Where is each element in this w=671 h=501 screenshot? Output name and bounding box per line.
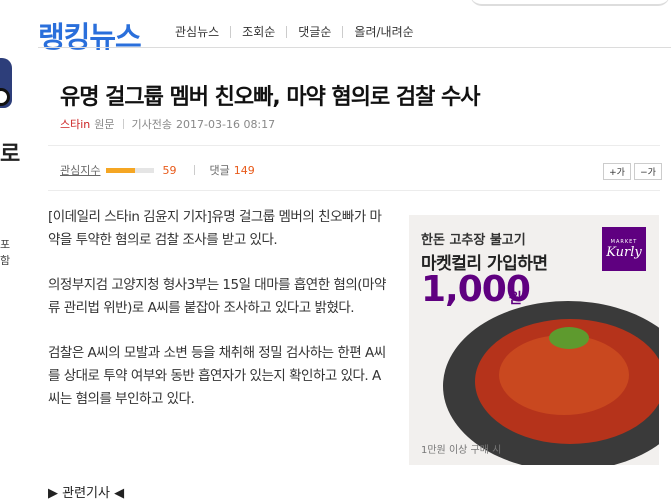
nav-item-interest[interactable]: 관심뉴스 — [164, 23, 230, 40]
article-paragraph: 검찰은 A씨의 모발과 소변 등을 채취해 정밀 검사하는 한편 A씨를 상대로… — [48, 345, 386, 407]
font-size-controls: +가 −가 — [600, 163, 662, 180]
stats-divider — [48, 190, 660, 191]
comment-count[interactable]: 149 — [234, 164, 255, 177]
market-kurly-ad[interactable]: 한돈 고추장 불고기 마켓컬리 가입하면 1,000 원 MARKET Kurl… — [409, 215, 659, 465]
green-onion-garnish — [549, 327, 589, 349]
related-articles-link[interactable]: ▶ 관련기사 ◀ — [48, 482, 124, 501]
font-smaller-button[interactable]: −가 — [634, 163, 662, 180]
comment-label[interactable]: 댓글 — [209, 162, 229, 178]
article-date: 2017-03-16 08:17 — [176, 117, 276, 131]
nav-item-views[interactable]: 조회순 — [231, 23, 286, 40]
left-ad-subtext: 포함 — [0, 238, 11, 267]
meta-divider — [48, 145, 660, 146]
interest-bar — [106, 167, 155, 173]
article-paragraph: [이데일리 스타in 김윤지 기자]유명 걸그룹 멤버의 친오빠가 마약을 투약… — [48, 209, 382, 248]
font-larger-button[interactable]: +가 — [603, 163, 631, 180]
article-headline: 유명 걸그룹 멤버 친오빠, 마약 혐의로 검찰 수사 — [60, 85, 481, 110]
article-body: [이데일리 스타in 김윤지 기자]유명 걸그룹 멤버의 친오빠가 마약을 투약… — [48, 206, 388, 433]
date-label: 기사전송 — [131, 118, 173, 131]
origin-link[interactable]: 원문 — [94, 116, 114, 132]
left-ad-text: 로 — [0, 142, 20, 167]
ranking-nav: 관심뉴스 조회순 댓글순 올려/내려순 — [164, 23, 425, 40]
kurly-logo: MARKET Kurly — [602, 227, 646, 271]
ad-price-unit: 원 — [509, 291, 522, 307]
press-name[interactable]: 스타in — [60, 116, 90, 132]
top-strip — [0, 0, 671, 10]
article-meta: 스타in 원문 기사전송 2017-03-16 08:17 — [60, 116, 275, 132]
car-image — [0, 58, 12, 108]
ad-product: 한돈 고추장 불고기 — [421, 233, 526, 248]
ad-footnote: 1만원 이상 구매 시 — [421, 445, 502, 456]
kurly-logo-brand: Kurly — [606, 244, 642, 260]
interest-value: 59 — [162, 163, 177, 177]
nav-item-votes[interactable]: 올려/내려순 — [343, 23, 424, 40]
interest-label[interactable]: 관심지수 — [60, 162, 100, 178]
left-side-ad[interactable]: 로 포함 — [0, 40, 20, 300]
nav-item-comments[interactable]: 댓글순 — [287, 23, 342, 40]
article-stats: 관심지수 59 댓글 149 — [60, 162, 255, 178]
article-paragraph: 의정부지검 고양지청 형사3부는 15일 대마를 흡연한 혐의(마약류 관리법 … — [48, 277, 386, 316]
nav-divider — [38, 47, 671, 48]
site-logo[interactable]: 랭킹뉴스 — [38, 14, 142, 56]
